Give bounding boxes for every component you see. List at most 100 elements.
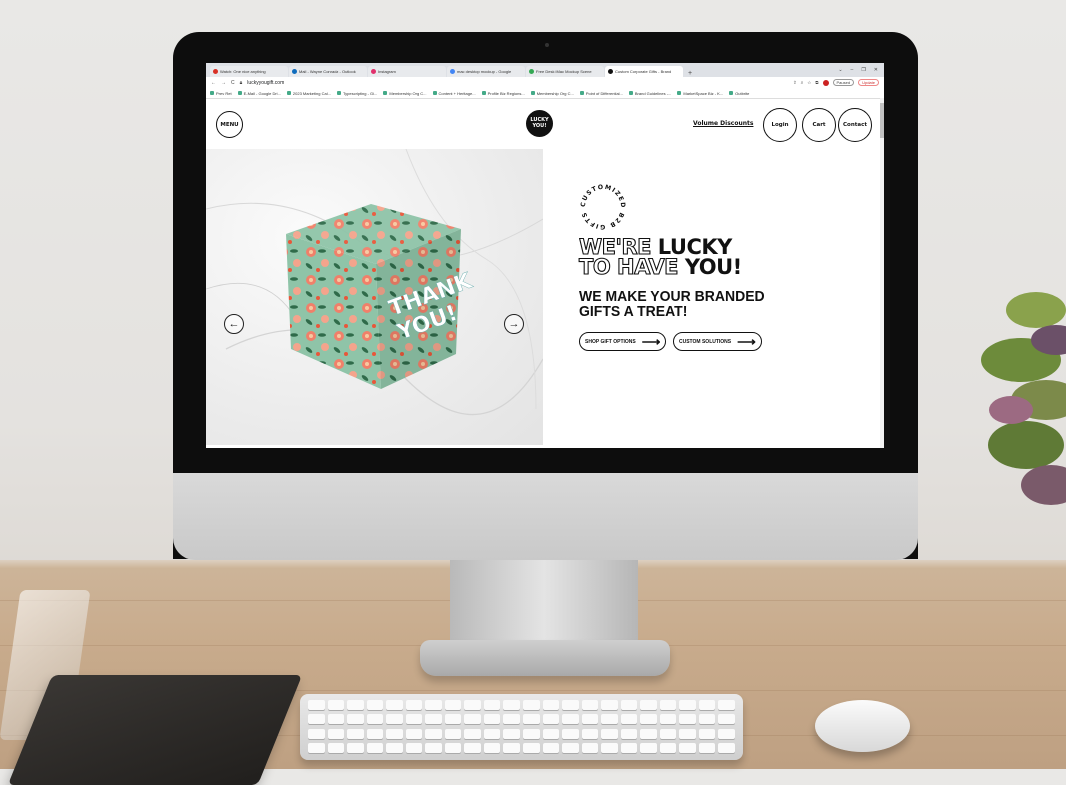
keyboard-key — [659, 700, 677, 710]
keyboard-key — [444, 742, 462, 753]
bookmark-item[interactable]: MarketSpace Biz - K... — [677, 91, 723, 96]
tab-favicon — [608, 69, 613, 74]
keyboard-key — [503, 714, 520, 725]
carousel-next-button[interactable]: → — [504, 314, 524, 334]
browser-tab-active[interactable]: Custom Corporate Gifts - Brand — [605, 66, 683, 77]
keyboard-key — [483, 714, 501, 725]
bookmark-item[interactable]: Membership Org C... — [383, 91, 427, 96]
arrow-right-icon: ⟶ — [737, 333, 756, 349]
carousel-prev-button[interactable]: ← — [224, 314, 244, 334]
cart-button[interactable]: Cart — [802, 108, 836, 142]
keyboard-key — [581, 742, 599, 753]
reload-icon[interactable]: C — [231, 80, 235, 86]
tab-search-icon[interactable]: ⌄ — [838, 67, 842, 73]
bookmark-item[interactable]: Prev Ret — [210, 91, 232, 96]
keyboard-key — [483, 728, 501, 739]
new-tab-button[interactable]: + — [684, 70, 696, 77]
bookmark-item[interactable]: 2023 Marketing Cal... — [286, 91, 331, 96]
keyboard-key — [562, 728, 579, 739]
keyboard-key — [620, 728, 638, 739]
webcam — [545, 43, 549, 47]
tab-favicon — [450, 69, 455, 74]
site-header: MENU LUCKY YOU! Volume Discounts Login C… — [206, 99, 884, 151]
keyboard-key — [366, 714, 384, 725]
update-button[interactable]: Update — [858, 79, 879, 86]
menu-button[interactable]: MENU — [216, 111, 243, 138]
keyboard-key — [464, 728, 481, 739]
keyboard-key — [464, 700, 481, 710]
bookmark-favicon-icon — [628, 91, 633, 95]
window-controls: ⌄ – ❐ ✕ — [838, 67, 884, 73]
login-button[interactable]: Login — [763, 108, 797, 142]
forward-icon[interactable]: → — [221, 80, 226, 86]
plant-decor — [981, 292, 1066, 505]
url-field[interactable]: luckyyougift.com — [247, 80, 284, 86]
bookmark-favicon-icon — [530, 91, 535, 95]
browser-tab[interactable]: Mail - Wayne Conradz - Outlook — [289, 66, 367, 77]
minimize-icon[interactable]: – — [851, 67, 854, 73]
keyboard-key — [679, 728, 696, 739]
bookmark-item[interactable]: E-Mail - Google Dri... — [237, 91, 281, 96]
bookmark-item[interactable]: Content + Heritage... — [432, 91, 476, 96]
keyboard-key — [698, 714, 716, 725]
keyboard-key — [620, 700, 638, 710]
keyboard-key — [366, 728, 384, 739]
gift-box-image: THANK YOU! — [286, 204, 476, 389]
maximize-icon[interactable]: ❐ — [861, 67, 865, 73]
headline-line-2: TO HAVE YOU! — [578, 255, 742, 279]
share-icon[interactable]: ⇪ — [793, 80, 797, 86]
bookmarks-bar: Prev Ret E-Mail - Google Dri... 2023 Marke… — [206, 88, 884, 99]
keyboard-key — [347, 742, 364, 753]
bookmark-item[interactable]: Brand Guidelines -... — [628, 91, 671, 96]
shop-gift-options-button[interactable]: SHOP GIFT OPTIONS ⟶ — [579, 332, 667, 351]
bookmark-favicon-icon — [336, 91, 341, 95]
star-icon[interactable]: ☆ — [807, 80, 811, 86]
profile-avatar[interactable] — [822, 79, 829, 86]
zoom-icon[interactable]: ⌕ — [801, 80, 804, 85]
keyboard-key — [679, 742, 696, 753]
keyboard-key — [601, 714, 618, 725]
browser-tab[interactable]: Instagram — [368, 66, 446, 77]
keyboard-key — [542, 742, 560, 753]
keyboard-key — [347, 700, 364, 710]
volume-discounts-link[interactable]: Volume Discounts — [693, 120, 753, 127]
keyboard-key — [522, 714, 540, 725]
custom-solutions-button[interactable]: CUSTOM SOLUTIONS ⟶ — [673, 332, 762, 351]
tab-favicon — [292, 69, 297, 74]
bookmark-item[interactable]: Typescripting - Gi... — [336, 91, 377, 96]
keyboard-key — [620, 742, 638, 753]
keyboard-key — [601, 700, 618, 710]
scrollbar-thumb[interactable] — [880, 103, 884, 138]
browser-tab[interactable]: mac desktop mockup - Google — [447, 66, 525, 77]
keyboard-key — [503, 742, 520, 753]
keyboard-key — [581, 728, 599, 739]
monitor-chin — [173, 473, 918, 560]
hero-subheading: WE MAKE YOUR BRANDED GIFTS A TREAT! — [579, 286, 765, 320]
keyboard-key — [640, 700, 657, 710]
keyboard-key — [347, 714, 364, 725]
keyboard-key — [327, 742, 345, 753]
extensions-icon[interactable]: ⧉ — [815, 80, 818, 85]
bookmark-item[interactable]: Membership Org C... — [530, 91, 574, 96]
keyboard-key — [405, 728, 423, 739]
keyboard-key — [601, 728, 618, 739]
tab-favicon — [213, 69, 218, 74]
site-logo[interactable]: LUCKY YOU! — [526, 110, 553, 137]
bookmark-item[interactable]: Outbrite — [729, 91, 749, 96]
keyboard-key — [308, 728, 325, 739]
keyboard-key — [562, 742, 579, 753]
keyboard-key — [718, 700, 735, 710]
contact-button[interactable]: Contact — [838, 108, 872, 142]
page-scrollbar[interactable] — [880, 98, 884, 448]
bookmark-item[interactable]: Point of Differential... — [579, 91, 623, 96]
bookmark-item[interactable]: Profile Biz Regions... — [481, 91, 525, 96]
browser-tab[interactable]: Watch: One nice anything — [210, 66, 288, 77]
back-icon[interactable]: ← — [211, 80, 216, 86]
keyboard-key — [522, 742, 540, 753]
close-icon[interactable]: ✕ — [874, 67, 878, 73]
paused-badge[interactable]: Paused — [832, 79, 855, 86]
browser-tab[interactable]: Free Desk iMac Mockup Scene — [526, 66, 604, 77]
keyboard-key — [679, 714, 696, 725]
keyboard-key — [386, 742, 403, 753]
keyboard-key — [405, 700, 423, 710]
